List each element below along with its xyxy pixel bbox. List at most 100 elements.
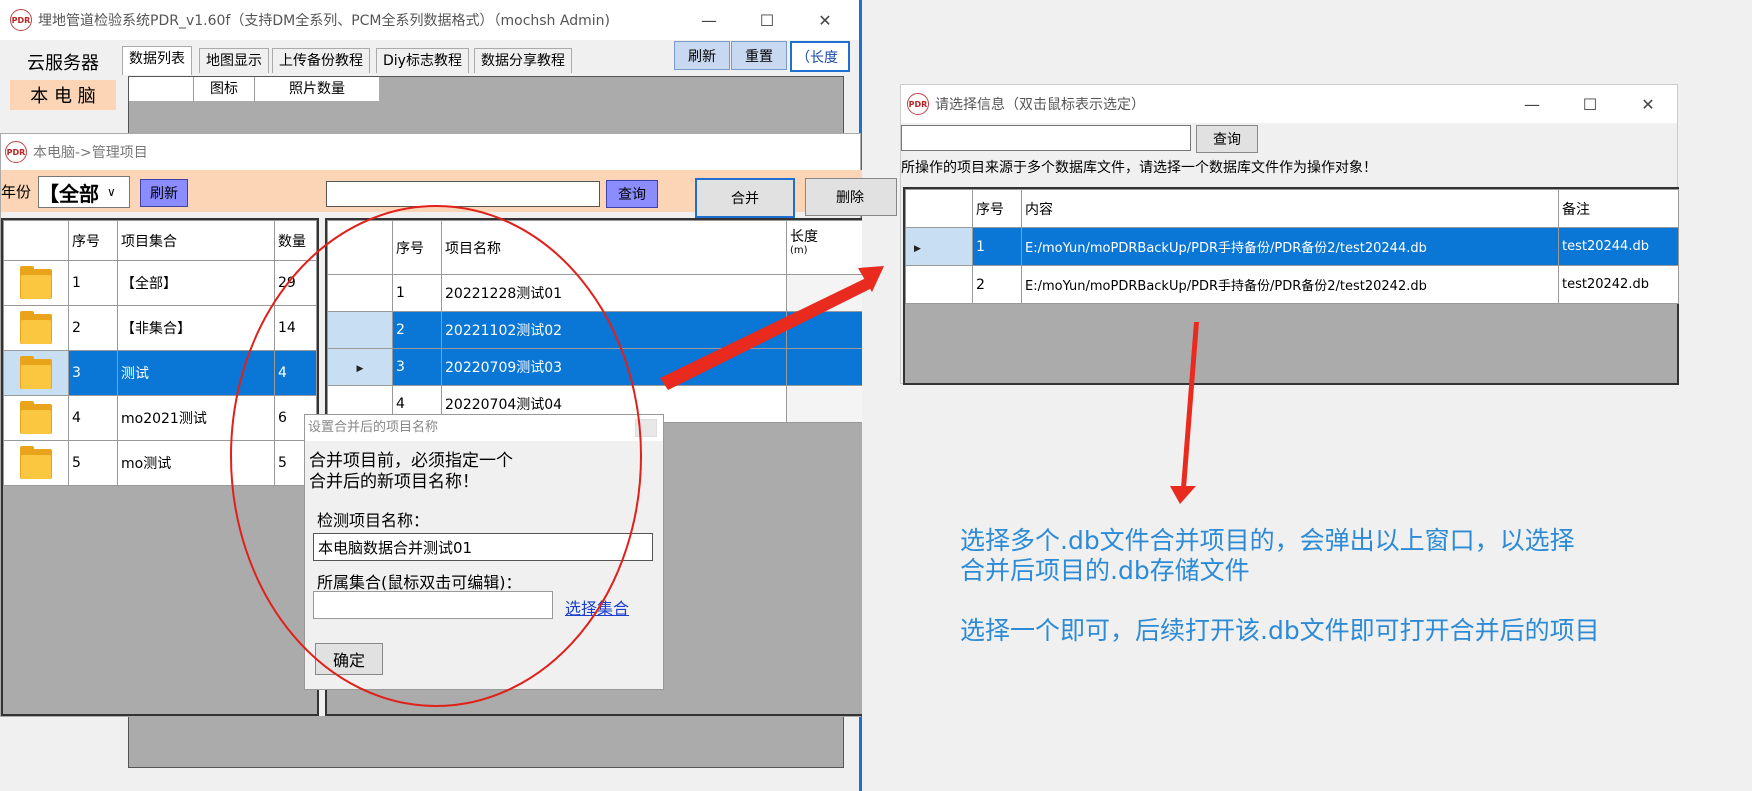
maximize-button[interactable]: ☐ [1561, 85, 1619, 123]
select-window-title: 请选择信息（双击鼠标表示选定） [935, 97, 1145, 113]
tab-upload-backup-tutorial[interactable]: 上传备份教程 [272, 48, 370, 73]
nav-local-computer[interactable]: 本 电 脑 [10, 80, 116, 110]
tab-map-display[interactable]: 地图显示 [199, 48, 269, 73]
row-icon-cell [3, 260, 69, 306]
collections-grid: 序号 项目集合 数量 1 【全部】 29 2 【非集合】 14 3 测试 4 4… [1, 218, 319, 716]
annotation-text: 选择多个.db文件合并项目的，会弹出以上窗口，以选择 合并后项目的.db存储文件… [960, 526, 1740, 646]
table-row[interactable]: 5 mo测试 5 [3, 440, 317, 486]
select-collection-link[interactable]: 选择集合 [565, 595, 629, 619]
dialog-close-icon[interactable] [635, 419, 657, 437]
manage-refresh-button[interactable]: 刷新 [140, 179, 188, 207]
table-row-selected[interactable]: 2 20221102测试02 [327, 311, 862, 349]
project-length [786, 311, 862, 349]
main-window-title: 埋地管道检验系统PDR_v1.60f（支持DM全系列、PCM全系列数据格式）（m… [38, 13, 610, 29]
row-header-cell [327, 274, 393, 312]
reset-button[interactable]: 重置 [731, 41, 787, 70]
table-row[interactable]: 4 mo2021测试 6 [3, 395, 317, 441]
maximize-button[interactable]: ☐ [738, 0, 796, 40]
merge-name-dialog: 设置合并后的项目名称 合并项目前，必须指定一个 合并后的新项目名称！ 检测项目名… [304, 414, 664, 690]
refresh-button[interactable]: 刷新 [674, 41, 730, 70]
project-name-input[interactable]: 本电脑数据合并测试01 [313, 533, 653, 561]
db-header-no: 序号 [972, 189, 1022, 228]
select-info-window: PDR 请选择信息（双击鼠标表示选定） — ☐ ✕ 查询 所操作的项目来源于多个… [900, 84, 1679, 385]
db-row-no: 1 [972, 227, 1022, 266]
manage-search-input[interactable] [326, 181, 600, 207]
nav-cloud-server[interactable]: 云服务器 [10, 48, 116, 76]
projects-table: 序号 项目名称 长度 (m) 1 20221228测试01 2 20221102… [327, 220, 862, 423]
chevron-down-icon: ∨ [107, 185, 116, 199]
table-row[interactable]: 1 20221228测试01 [327, 274, 862, 312]
merge-dialog-message-line1: 合并项目前，必须指定一个 [309, 451, 513, 471]
table-row-selected[interactable]: ▶ 3 20220709测试03 [327, 348, 862, 386]
db-row-content: E:/moYun/moPDRBackUp/PDR手持备份/PDR备份2/test… [1021, 265, 1559, 304]
collection-no: 3 [68, 350, 118, 396]
collection-name: 【全部】 [117, 260, 275, 306]
projects-header-name: 项目名称 [441, 220, 787, 275]
collection-count: 4 [274, 350, 317, 396]
select-query-button[interactable]: 查询 [1196, 125, 1258, 153]
folder-icon [18, 445, 54, 481]
collection-input[interactable] [313, 591, 553, 619]
collection-count: 29 [274, 260, 317, 306]
collection-no: 4 [68, 395, 118, 441]
close-button[interactable]: ✕ [1619, 85, 1677, 123]
tab-diy-marker-tutorial[interactable]: Diy标志教程 [376, 48, 469, 73]
project-no: 2 [392, 311, 442, 349]
year-select[interactable]: 【全部 ∨ [38, 176, 130, 208]
db-row-no: 2 [972, 265, 1022, 304]
table-row[interactable]: 2 E:/moYun/moPDRBackUp/PDR手持备份/PDR备份2/te… [905, 265, 1679, 304]
collection-name: mo2021测试 [117, 395, 275, 441]
manage-query-button[interactable]: 查询 [606, 180, 658, 208]
column-header-icon: 图标 [194, 77, 255, 101]
collection-label: 所属集合(鼠标双击可编辑)： [317, 573, 522, 592]
select-hint-text: 所操作的项目来源于多个数据库文件，请选择一个数据库文件作为操作对象！ [901, 160, 1377, 176]
close-button[interactable]: ✕ [796, 0, 854, 40]
db-file-grid: 序号 内容 备注 ▶ 1 E:/moYun/moPDRBackUp/PDR手持备… [903, 187, 1679, 385]
project-name: 20220709测试03 [441, 348, 787, 386]
year-select-value: 【全部 [39, 181, 99, 206]
column-header-photo-count: 照片数量 [289, 81, 345, 97]
table-row-selected[interactable]: 3 测试 4 [3, 350, 317, 396]
db-row-note: test20242.db [1558, 265, 1679, 304]
length-button[interactable]: （长度 [790, 41, 850, 72]
table-row[interactable]: 1 【全部】 29 [3, 260, 317, 306]
pdr-logo-icon: PDR [5, 141, 27, 163]
row-icon-cell [3, 350, 69, 396]
db-row-content: E:/moYun/moPDRBackUp/PDR手持备份/PDR备份2/test… [1021, 227, 1559, 266]
collections-header-name: 项目集合 [117, 220, 275, 261]
db-row-note: test20244.db [1558, 227, 1679, 266]
manage-window-title: 本电脑->管理项目 [33, 145, 148, 161]
project-length [786, 348, 862, 386]
collection-name: 【非集合】 [117, 305, 275, 351]
db-header-content: 内容 [1021, 189, 1559, 228]
collection-no: 1 [68, 260, 118, 306]
merge-dialog-message-line2: 合并后的新项目名称！ [309, 472, 479, 492]
project-name: 20221102测试02 [441, 311, 787, 349]
row-header-cell: ▶ [327, 348, 393, 386]
collection-count: 14 [274, 305, 317, 351]
delete-button[interactable]: 删除 [805, 178, 897, 216]
row-header-cell: ▶ [905, 227, 973, 266]
merge-button[interactable]: 合并 [695, 178, 795, 218]
project-length [786, 274, 862, 312]
select-search-input[interactable] [901, 125, 1191, 151]
project-name: 20221228测试01 [441, 274, 787, 312]
year-label: 年份 [1, 183, 32, 201]
merge-dialog-message: 合并项目前，必须指定一个 合并后的新项目名称！ [309, 451, 513, 493]
project-no: 3 [392, 348, 442, 386]
ok-button[interactable]: 确定 [315, 643, 383, 675]
tab-data-list[interactable]: 数据列表 [122, 46, 192, 75]
annotation-line1: 选择多个.db文件合并项目的，会弹出以上窗口，以选择 [960, 526, 1575, 555]
minimize-button[interactable]: — [680, 0, 738, 40]
pdr-logo-icon: PDR [907, 93, 929, 115]
row-header-cell [905, 265, 973, 304]
pdr-logo-icon: PDR [10, 9, 32, 31]
table-row-selected[interactable]: ▶ 1 E:/moYun/moPDRBackUp/PDR手持备份/PDR备份2/… [905, 227, 1679, 266]
row-icon-cell [3, 305, 69, 351]
folder-icon [18, 310, 54, 346]
table-row[interactable]: 2 【非集合】 14 [3, 305, 317, 351]
tab-data-share-tutorial[interactable]: 数据分享教程 [474, 48, 572, 73]
collections-corner-header [3, 220, 69, 261]
annotation-line3: 选择一个即可，后续打开该.db文件即可打开合并后的项目 [960, 616, 1600, 645]
minimize-button[interactable]: — [1503, 85, 1561, 123]
